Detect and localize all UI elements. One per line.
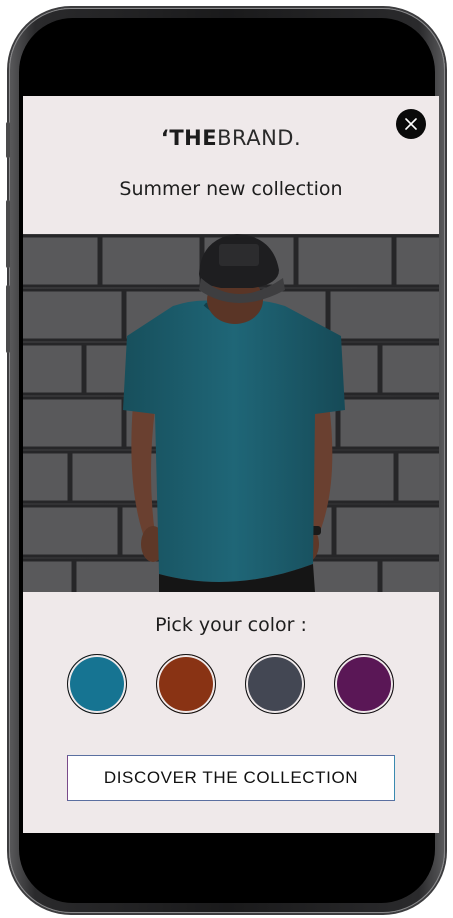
- popup-screen: ‘THEBRAND. Summer new collection Pick yo…: [23, 96, 439, 833]
- hero-image: [23, 234, 439, 592]
- pick-color-label: Pick your color :: [155, 614, 307, 636]
- phone-side-button: [6, 122, 10, 158]
- phone-volume-down-button: [6, 285, 10, 353]
- color-swatch-rust[interactable]: [156, 654, 216, 714]
- color-swatch-teal[interactable]: [67, 654, 127, 714]
- phone-volume-up-button: [6, 200, 10, 268]
- brand-logo-light: BRAND.: [217, 126, 302, 150]
- collection-subtitle: Summer new collection: [119, 178, 343, 200]
- brand-logo-bold: ‘THE: [160, 126, 218, 150]
- brand-logo: ‘THEBRAND.: [23, 126, 439, 150]
- discover-collection-button[interactable]: DISCOVER THE COLLECTION: [67, 755, 395, 801]
- color-swatch-slate[interactable]: [245, 654, 305, 714]
- color-swatch-purple[interactable]: [334, 654, 394, 714]
- color-swatches: [67, 654, 397, 718]
